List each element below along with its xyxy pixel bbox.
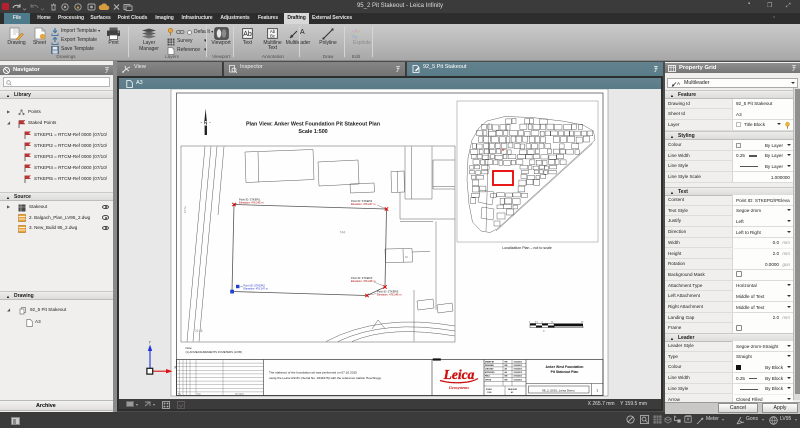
svg-text:10/10/2015: 10/10/2015 (514, 365, 523, 367)
svg-text:(1) All MEASUREMENTS IN METERS: (1) All MEASUREMENTS IN METERS (LV95) (186, 350, 243, 354)
svg-text:Geosystems: Geosystems (449, 385, 469, 390)
svg-text:98_2_0010_Leica Demo: 98_2_0010_Leica Demo (542, 388, 575, 392)
svg-text:Y: Y (149, 341, 152, 345)
svg-text:FIELD: FIELD (485, 376, 491, 378)
svg-text:A: A (300, 29, 305, 36)
svg-text:SCALE: SCALE (486, 388, 493, 391)
svg-text:A: A (677, 81, 680, 86)
svg-text:The stakeout of the foundation: The stakeout of the foundation pit was p… (269, 371, 357, 375)
svg-text:DESIGNED: DESIGNED (485, 365, 495, 367)
svg-text:Elevation: 476.245 m: Elevation: 476.245 m (239, 201, 263, 205)
svg-text:DRAWN BY: DRAWN BY (485, 360, 495, 363)
svg-text:Anker West Foundation: Anker West Foundation (546, 365, 584, 369)
svg-text:Rev: Rev (178, 393, 181, 395)
svg-text:Description: Description (235, 392, 244, 395)
svg-text:Date: Date (197, 392, 201, 395)
svg-text:PAGE SIZE: PAGE SIZE (508, 388, 518, 391)
svg-text:Leica: Leica (443, 367, 475, 382)
svg-text:A3: A3 (511, 391, 513, 394)
svg-text:1: 1 (596, 388, 598, 392)
svg-text:10/10/2015: 10/10/2015 (514, 369, 523, 371)
svg-text:07/10/2015: 07/10/2015 (514, 376, 523, 378)
svg-text:10/10/2015: 10/10/2015 (514, 380, 523, 382)
svg-text:10/10/2015: 10/10/2015 (514, 361, 523, 363)
svg-text:CHECKED: CHECKED (485, 369, 494, 371)
svg-text:Elevation: 476.247 m: Elevation: 476.247 m (351, 202, 375, 206)
svg-text:744: 744 (340, 231, 346, 235)
svg-text:Pit Stakeout Plan: Pit Stakeout Plan (551, 370, 579, 374)
svg-text:2145: 2145 (195, 329, 203, 333)
svg-text:Bc: Bc (270, 34, 276, 39)
svg-text:1:500: 1:500 (487, 392, 491, 394)
svg-text:Ab: Ab (243, 31, 252, 38)
svg-text:Localization Plan – not to sca: Localization Plan – not to scale (502, 246, 552, 250)
svg-text:OFFICE: OFFICE (485, 380, 492, 382)
svg-text:m: m (543, 331, 545, 333)
svg-text:Elevation: 476.246 m: Elevation: 476.246 m (351, 279, 375, 283)
svg-text:APPROVED: APPROVED (485, 371, 495, 374)
svg-text:10/10/2015: 10/10/2015 (514, 372, 523, 374)
svg-text:Scale 1:500: Scale 1:500 (298, 129, 327, 135)
svg-text:Plan View: Anker West Foundati: Plan View: Anker West Foundation Pit Sta… (246, 122, 380, 128)
svg-text:Elevation: 476.246 m: Elevation: 476.246 m (377, 293, 401, 297)
svg-text:107a: 107a (183, 206, 187, 213)
svg-text:Elevation: 476.247 m: Elevation: 476.247 m (244, 287, 268, 291)
svg-text:using the Leica GS18 I (Serial: using the Leica GS18 I (Serial No. 18342… (269, 376, 382, 380)
